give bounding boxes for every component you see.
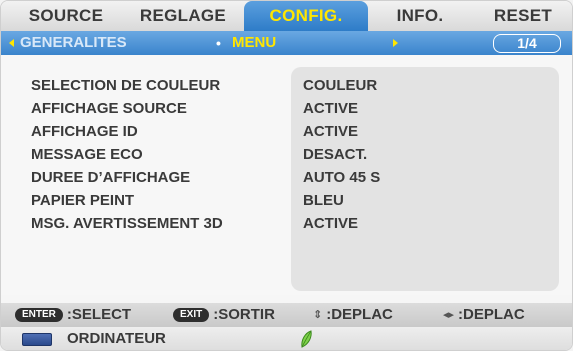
exit-key-icon: EXIT: [173, 308, 210, 322]
key-hint-bar: ENTER:SELECT EXIT:SORTIR ⇕:DEPLAC ◂▸:DEP…: [1, 303, 572, 327]
setting-label-avertissement-3d[interactable]: MSG. AVERTISSEMENT 3D: [31, 213, 223, 235]
bullet-icon: •: [216, 35, 221, 51]
setting-value-selection-couleur[interactable]: COULEUR: [303, 75, 377, 97]
tab-source[interactable]: SOURCE: [19, 1, 113, 31]
leaf-icon: [301, 330, 312, 348]
up-down-arrow-icon: ⇕: [313, 309, 323, 321]
left-arrow-icon[interactable]: [9, 39, 14, 47]
setting-label-message-eco[interactable]: MESSAGE ECO: [31, 144, 143, 166]
enter-key-icon: ENTER: [15, 308, 63, 322]
hint-updown: ⇕:DEPLAC: [313, 303, 393, 327]
hint-enter: ENTER:SELECT: [15, 303, 131, 327]
tab-config[interactable]: CONFIG.: [244, 1, 368, 31]
monitor-icon: [22, 333, 52, 346]
setting-value-duree-affichage[interactable]: AUTO 45 S: [303, 167, 380, 189]
left-right-arrow-icon: ◂▸: [443, 309, 455, 321]
setting-value-affichage-id[interactable]: ACTIVE: [303, 121, 358, 143]
input-source-label: ORDINATEUR: [67, 330, 166, 347]
setting-label-affichage-source[interactable]: AFFICHAGE SOURCE: [31, 98, 187, 120]
setting-value-avertissement-3d[interactable]: ACTIVE: [303, 213, 358, 235]
status-bar: ORDINATEUR: [1, 327, 572, 350]
tab-info[interactable]: INFO.: [375, 1, 465, 31]
hint-leftright-text: :DEPLAC: [458, 306, 525, 323]
setting-label-duree-affichage[interactable]: DUREE D’AFFICHAGE: [31, 167, 190, 189]
settings-panel: SELECTION DE COULEUR COULEUR AFFICHAGE S…: [1, 55, 572, 295]
setting-value-papier-peint[interactable]: BLEU: [303, 190, 344, 212]
setting-value-affichage-source[interactable]: ACTIVE: [303, 98, 358, 120]
hint-exit-text: :SORTIR: [213, 306, 275, 323]
page-indicator: 1/4: [493, 34, 561, 53]
hint-updown-text: :DEPLAC: [326, 306, 393, 323]
subtab-generalites[interactable]: GENERALITES: [20, 31, 127, 55]
tab-reglage[interactable]: REGLAGE: [131, 1, 235, 31]
main-tab-bar: SOURCE REGLAGE CONFIG. INFO. RESET: [1, 1, 572, 31]
sub-tab-bar: GENERALITES • MENU 1/4: [1, 31, 572, 55]
setting-label-papier-peint[interactable]: PAPIER PEINT: [31, 190, 134, 212]
hint-enter-text: :SELECT: [66, 306, 132, 323]
hint-exit: EXIT:SORTIR: [173, 303, 275, 327]
hint-leftright: ◂▸:DEPLAC: [443, 303, 525, 327]
setting-value-message-eco[interactable]: DESACT.: [303, 144, 367, 166]
projector-menu: SOURCE REGLAGE CONFIG. INFO. RESET GENER…: [0, 0, 573, 351]
setting-label-selection-couleur[interactable]: SELECTION DE COULEUR: [31, 75, 220, 97]
subtab-menu[interactable]: MENU: [232, 31, 276, 55]
right-arrow-icon[interactable]: [393, 39, 398, 47]
tab-reset[interactable]: RESET: [479, 1, 567, 31]
setting-label-affichage-id[interactable]: AFFICHAGE ID: [31, 121, 138, 143]
